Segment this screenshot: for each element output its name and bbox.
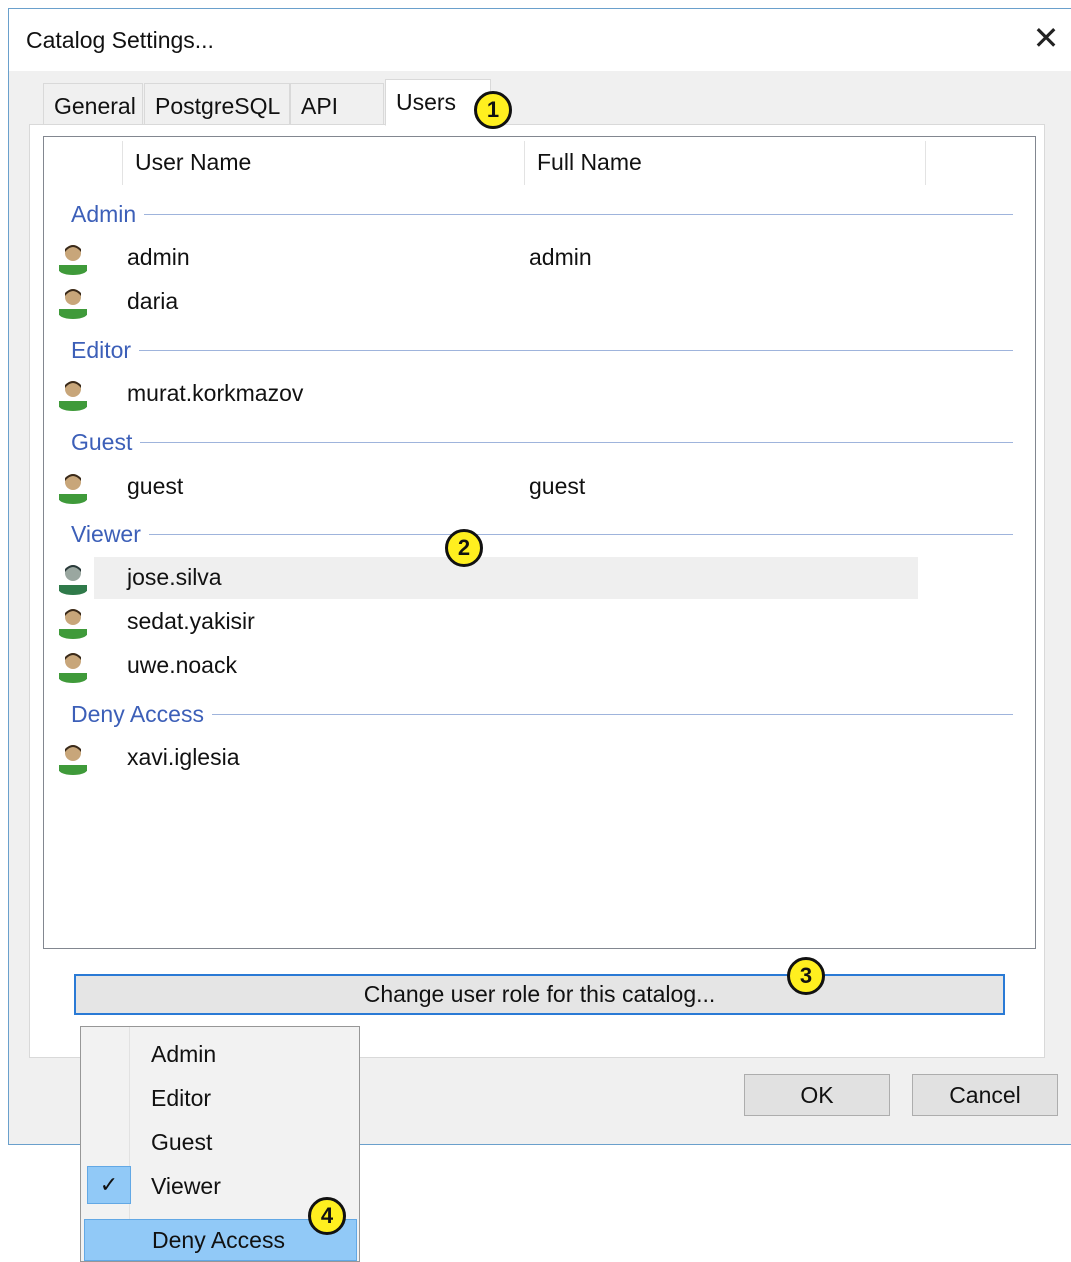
tab-general[interactable]: General	[43, 83, 143, 125]
column-separator[interactable]	[925, 141, 926, 185]
user-icon	[59, 653, 87, 683]
group-label: Deny Access	[71, 700, 204, 727]
cancel-button[interactable]: Cancel	[912, 1074, 1058, 1116]
cell-user-name: sedat.yakisir	[127, 608, 255, 634]
menu-item-label: Deny Access	[152, 1227, 285, 1253]
group-label: Editor	[71, 336, 132, 363]
close-icon[interactable]: ✕	[1029, 21, 1063, 55]
title-bar: Catalog Settings... ✕	[9, 9, 1071, 71]
users-list[interactable]: User Name Full Name Admin admin admin da…	[43, 136, 1036, 949]
table-row[interactable]: daria	[59, 281, 918, 323]
group-header-viewer: Viewer	[71, 519, 1013, 549]
menu-item-label: Admin	[151, 1041, 217, 1067]
column-separator[interactable]	[122, 141, 123, 185]
cell-user-name: uwe.noack	[127, 652, 237, 678]
group-header-guest: Guest	[71, 427, 1013, 457]
group-label: Guest	[71, 428, 133, 455]
column-header-full-name[interactable]: Full Name	[524, 137, 924, 189]
ok-button[interactable]: OK	[744, 1074, 890, 1116]
group-divider	[139, 349, 1013, 351]
menu-item-guest[interactable]: Guest	[83, 1121, 357, 1163]
callout-badge-2: 2	[445, 529, 483, 567]
user-icon	[59, 381, 87, 411]
change-user-role-button[interactable]: Change user role for this catalog...	[74, 974, 1005, 1015]
cell-user-name: jose.silva	[127, 564, 222, 590]
callout-badge-3: 3	[787, 957, 825, 995]
cell-full-name: guest	[529, 473, 586, 499]
group-label: Viewer	[71, 520, 141, 547]
table-row[interactable]: xavi.iglesia	[59, 737, 918, 779]
table-row[interactable]: uwe.noack	[59, 645, 918, 687]
table-row-selected[interactable]: jose.silva	[59, 557, 918, 599]
dialog-title: Catalog Settings...	[26, 27, 214, 53]
group-header-deny-access: Deny Access	[71, 699, 1013, 729]
menu-item-editor[interactable]: Editor	[83, 1077, 357, 1119]
user-icon	[59, 565, 87, 595]
table-row[interactable]: murat.korkmazov	[59, 373, 918, 415]
cell-user-name: admin	[127, 244, 190, 270]
table-row[interactable]: sedat.yakisir	[59, 601, 918, 643]
group-label: Admin	[71, 200, 137, 227]
table-row[interactable]: guest guest	[59, 466, 918, 508]
group-header-editor: Editor	[71, 335, 1013, 365]
menu-item-label: Editor	[151, 1085, 212, 1111]
user-icon	[59, 289, 87, 319]
user-icon	[59, 245, 87, 275]
menu-item-label: Viewer	[151, 1173, 221, 1199]
callout-badge-1: 1	[474, 91, 512, 129]
group-divider	[211, 713, 1013, 715]
user-icon	[59, 609, 87, 639]
tab-api[interactable]: API	[290, 83, 384, 125]
cell-user-name: daria	[127, 288, 179, 314]
cell-user-name: murat.korkmazov	[127, 380, 304, 406]
menu-item-label: Guest	[151, 1129, 213, 1155]
cell-user-name: guest	[127, 473, 184, 499]
group-header-admin: Admin	[71, 199, 1013, 229]
callout-badge-4: 4	[308, 1197, 346, 1235]
menu-item-admin[interactable]: Admin	[83, 1033, 357, 1075]
column-header-user-name[interactable]: User Name	[122, 137, 524, 189]
group-divider	[148, 533, 1013, 535]
checkmark-icon: ✓	[87, 1166, 131, 1204]
group-divider	[140, 441, 1013, 443]
table-row[interactable]: admin admin	[59, 237, 918, 279]
user-icon	[59, 745, 87, 775]
cell-full-name: admin	[529, 244, 592, 270]
group-divider	[144, 213, 1013, 215]
cell-user-name: xavi.iglesia	[127, 744, 240, 770]
tab-postgresql[interactable]: PostgreSQL	[144, 83, 290, 125]
user-icon	[59, 474, 87, 504]
